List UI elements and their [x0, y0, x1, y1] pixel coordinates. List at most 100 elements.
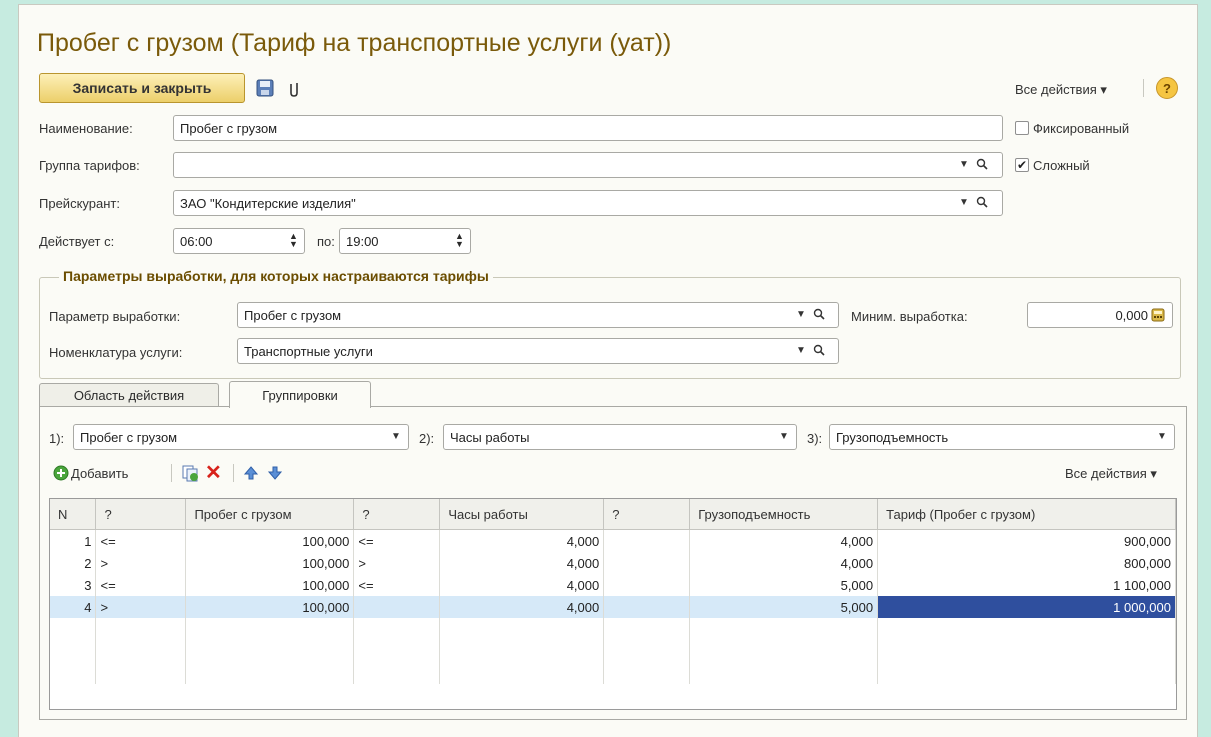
grouping-1-select[interactable]: Пробег с грузом — [73, 424, 409, 450]
empty-cell — [50, 662, 97, 684]
move-up-icon[interactable] — [243, 465, 259, 481]
table-cell[interactable]: 2 — [50, 552, 97, 574]
pricelist-dropdown-icon[interactable]: ▼ — [959, 197, 969, 208]
valid-from-label: Действует с: — [39, 234, 115, 249]
empty-cell — [439, 618, 605, 640]
attachment-icon[interactable] — [287, 79, 301, 99]
nomenclature-input[interactable]: Транспортные услуги — [237, 338, 839, 364]
tab-groupings[interactable]: Группировки — [229, 381, 371, 408]
empty-cell — [877, 640, 1176, 662]
table-cell[interactable]: 4,000 — [439, 596, 605, 618]
table-cell[interactable]: 100,000 — [185, 596, 355, 618]
help-icon[interactable]: ? — [1156, 77, 1178, 99]
nomenclature-search-icon[interactable] — [813, 344, 825, 359]
form-window: Пробег с грузом (Тариф на транспортные у… — [18, 4, 1198, 737]
table-cell[interactable]: <= — [95, 574, 187, 596]
save-and-close-button[interactable]: Записать и закрыть — [39, 73, 245, 103]
save-icon[interactable] — [255, 78, 275, 98]
table-cell[interactable]: 1 100,000 — [877, 574, 1176, 596]
table-cell[interactable]: > — [95, 552, 187, 574]
pricelist-search-icon[interactable] — [976, 196, 988, 211]
empty-cell — [95, 640, 187, 662]
tariff-group-dropdown-icon[interactable]: ▼ — [959, 159, 969, 170]
table-cell[interactable]: > — [95, 596, 187, 618]
table-cell[interactable]: 4,000 — [439, 552, 605, 574]
empty-cell — [185, 662, 355, 684]
valid-from-input[interactable]: 06:00 — [173, 228, 305, 254]
table-row[interactable]: 2 >100,000 >4,000 4,000 800,000 — [50, 552, 1176, 574]
table-cell[interactable] — [353, 596, 441, 618]
table-all-actions-menu[interactable]: Все действия ▾ — [1065, 466, 1157, 482]
table-cell[interactable]: <= — [95, 529, 187, 552]
tariff-group-input[interactable] — [173, 152, 1003, 178]
empty-cell — [439, 640, 605, 662]
toolbar-separator — [1143, 79, 1144, 97]
nomenclature-dropdown-icon[interactable]: ▼ — [796, 345, 806, 356]
column-header[interactable]: ? — [603, 499, 691, 530]
table-cell[interactable]: 5,000 — [689, 574, 879, 596]
grouping-3-select[interactable]: Грузоподъемность — [829, 424, 1175, 450]
name-input[interactable]: Пробег с грузом — [173, 115, 1003, 141]
table-cell[interactable] — [603, 529, 691, 552]
table-cell[interactable]: 4,000 — [689, 529, 879, 552]
grouping-1-dropdown-icon[interactable]: ▼ — [391, 431, 401, 442]
column-header[interactable]: ? — [353, 499, 441, 530]
table-cell[interactable]: <= — [353, 529, 441, 552]
valid-to-spin-icon[interactable]: ▲ ▼ — [455, 232, 464, 249]
grouping-2-dropdown-icon[interactable]: ▼ — [779, 431, 789, 442]
grouping-3-dropdown-icon[interactable]: ▼ — [1157, 431, 1167, 442]
param-search-icon[interactable] — [813, 308, 825, 323]
table-cell[interactable]: 100,000 — [185, 552, 355, 574]
table-row[interactable]: 4 >100,000 4,000 5,000 1 000,000 — [50, 596, 1176, 618]
tariff-group-search-icon[interactable] — [976, 158, 988, 173]
pricelist-label: Прейскурант: — [39, 196, 120, 211]
table-cell[interactable]: 100,000 — [185, 529, 355, 552]
column-header[interactable]: ? — [95, 499, 187, 530]
table-cell[interactable]: 5,000 — [689, 596, 879, 618]
table-cell[interactable]: > — [353, 552, 441, 574]
column-header[interactable]: Грузоподъемность — [689, 499, 879, 530]
table-cell[interactable] — [603, 574, 691, 596]
table-cell[interactable]: 3 — [50, 574, 97, 596]
table-cell[interactable]: 1 000,000 — [877, 596, 1176, 618]
tariff-grid[interactable]: N? Пробег с грузом? Часы работы? Грузоподъе… — [49, 498, 1177, 710]
complex-checkbox[interactable]: ✔ — [1015, 158, 1029, 172]
fixed-checkbox[interactable] — [1015, 121, 1029, 135]
valid-to-input[interactable]: 19:00 — [339, 228, 471, 254]
empty-cell — [689, 618, 879, 640]
table-row[interactable]: 1 <= 100,000 <= 4,000 4,000 900,000 — [50, 529, 1176, 552]
tab-scope[interactable]: Область действия — [39, 383, 219, 407]
fixed-label: Фиксированный — [1033, 121, 1130, 136]
column-header[interactable]: Тариф (Пробег с грузом) — [877, 499, 1176, 530]
grouping-2-select[interactable]: Часы работы — [443, 424, 797, 450]
empty-cell — [603, 640, 691, 662]
table-cell[interactable]: 4,000 — [439, 529, 605, 552]
param-dropdown-icon[interactable]: ▼ — [796, 309, 806, 320]
empty-cell — [185, 640, 355, 662]
copy-icon[interactable] — [181, 464, 199, 482]
column-header[interactable]: Часы работы — [439, 499, 605, 530]
column-header[interactable]: N — [50, 499, 97, 530]
add-icon[interactable] — [53, 465, 69, 481]
table-cell[interactable]: 4 — [50, 596, 97, 618]
calculator-icon[interactable] — [1151, 308, 1165, 322]
table-cell[interactable] — [603, 552, 691, 574]
table-cell[interactable]: 4,000 — [439, 574, 605, 596]
valid-from-spin-icon[interactable]: ▲ ▼ — [289, 232, 298, 249]
param-input[interactable]: Пробег с грузом — [237, 302, 839, 328]
move-down-icon[interactable] — [267, 465, 283, 481]
table-cell[interactable]: 1 — [50, 529, 97, 552]
delete-icon[interactable]: ✕ — [205, 460, 222, 485]
add-button[interactable]: Добавить — [71, 466, 128, 481]
column-header[interactable]: Пробег с грузом — [185, 499, 355, 530]
table-row[interactable]: 3 <= 100,000 <= 4,000 5,000 1 100,000 — [50, 574, 1176, 596]
empty-cell — [353, 618, 441, 640]
table-cell[interactable]: 800,000 — [877, 552, 1176, 574]
all-actions-menu[interactable]: Все действия ▾ — [1015, 82, 1107, 98]
table-cell[interactable]: <= — [353, 574, 441, 596]
table-cell[interactable]: 4,000 — [689, 552, 879, 574]
table-cell[interactable]: 900,000 — [877, 529, 1176, 552]
table-cell[interactable] — [603, 596, 691, 618]
pricelist-input[interactable]: ЗАО "Кондитерские изделия" — [173, 190, 1003, 216]
table-cell[interactable]: 100,000 — [185, 574, 355, 596]
